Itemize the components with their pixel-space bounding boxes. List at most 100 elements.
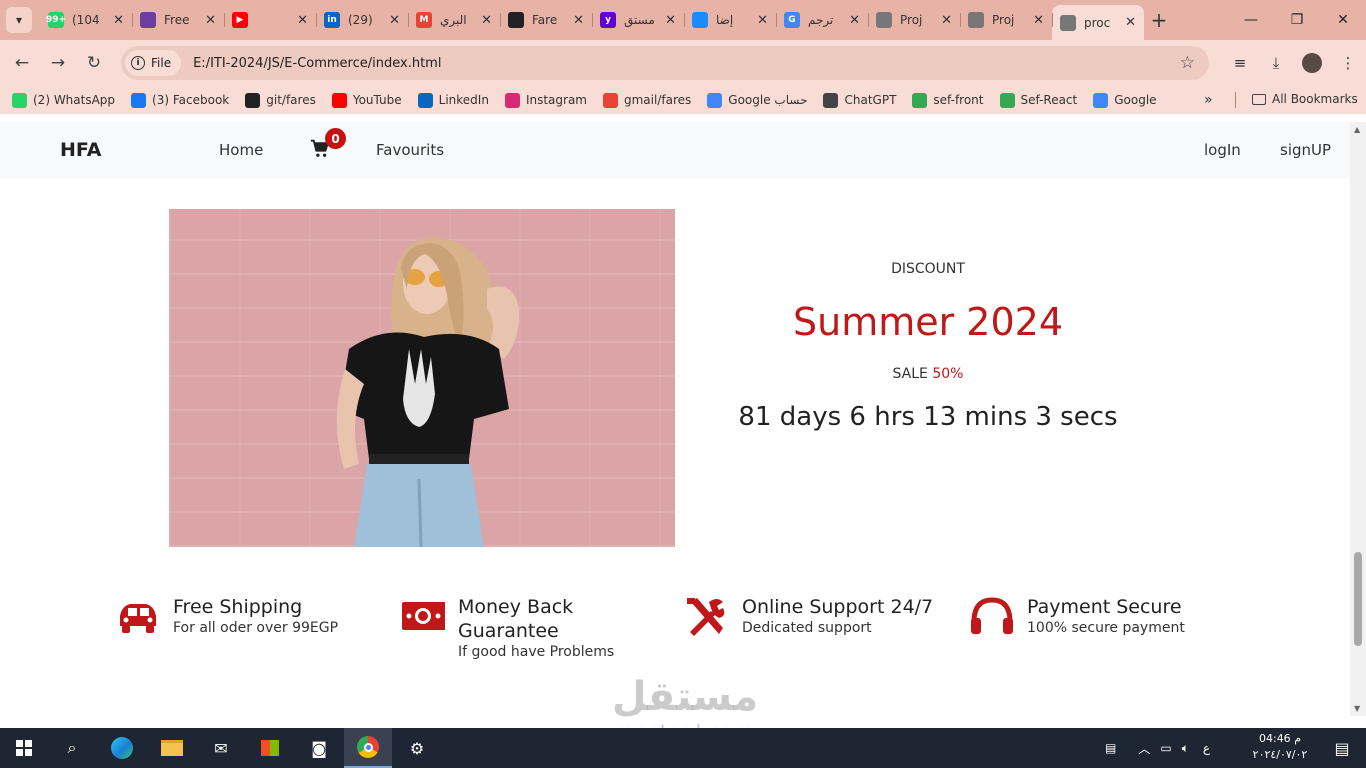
all-bookmarks-button[interactable]: All Bookmarks — [1252, 92, 1358, 106]
bookmark-item[interactable]: YouTube — [331, 92, 402, 108]
tab-close-icon[interactable]: ✕ — [205, 13, 216, 28]
url-text[interactable]: E:/ITI-2024/JS/E-Commerce/index.html — [193, 56, 441, 71]
settings-gear-icon[interactable]: ⚙ — [393, 728, 441, 768]
info-icon: i — [131, 56, 145, 70]
language-indicator[interactable]: ع — [1203, 741, 1210, 755]
windows-logo-icon — [16, 740, 32, 756]
tab-favicon-icon: y — [600, 12, 616, 28]
new-tab-button[interactable]: + — [1144, 5, 1174, 35]
scroll-up-icon[interactable]: ▲ — [1354, 125, 1360, 134]
bookmark-item[interactable]: Instagram — [504, 92, 587, 108]
input-indicator-icon[interactable]: ▤ — [1105, 741, 1116, 755]
close-window-button[interactable]: ✕ — [1320, 0, 1366, 40]
browser-tab-strip: ▾ 99+ (104 ✕ Free ✕ ▶ ✕ in (29) ✕ M البري ✕ Fare ✕ y مست… — [0, 0, 1366, 40]
bookmark-item[interactable]: ChatGPT — [823, 92, 896, 108]
page-scrollbar[interactable]: ▲ ▼ — [1350, 122, 1366, 716]
bookmark-item[interactable]: Google — [1093, 92, 1157, 108]
tab-favicon-icon: ▶ — [232, 12, 248, 28]
browser-tab[interactable]: ▶ ✕ — [224, 5, 316, 35]
address-bar[interactable]: i File E:/ITI-2024/JS/E-Commerce/index.h… — [121, 46, 1209, 80]
browser-tab[interactable]: M البري ✕ — [408, 5, 500, 35]
taskbar-clock[interactable]: 04:46 م ٢٠٢٤/٠٧/٠٢ — [1248, 731, 1312, 763]
browser-tab[interactable]: y مستق ✕ — [592, 5, 684, 35]
back-button[interactable]: ← — [10, 51, 34, 75]
volume-icon[interactable]: 🔈︎ — [1182, 741, 1189, 756]
start-button[interactable] — [0, 728, 48, 768]
scroll-down-icon[interactable]: ▼ — [1354, 704, 1360, 713]
reload-button[interactable]: ↻ — [82, 51, 106, 75]
bookmark-favicon-icon — [12, 92, 27, 108]
bookmark-item[interactable]: gmail/fares — [603, 92, 691, 108]
tab-title: ترجم — [808, 13, 834, 27]
download-icon[interactable]: ⤓ — [1258, 51, 1294, 75]
money-bill-icon — [402, 602, 445, 630]
browser-tab[interactable]: proc ✕ — [1052, 5, 1144, 40]
bookmark-item[interactable]: git/fares — [245, 92, 316, 108]
edge-icon[interactable] — [98, 728, 146, 768]
nav-login-link[interactable]: logIn — [1204, 141, 1241, 159]
bookmark-item[interactable]: Sef-React — [999, 92, 1077, 108]
browser-tab[interactable]: Free ✕ — [132, 5, 224, 35]
bookmark-label: (3) Facebook — [152, 93, 230, 107]
forward-button[interactable]: → — [46, 51, 70, 75]
nav-signup-link[interactable]: signUP — [1280, 141, 1331, 159]
browser-tab[interactable]: 99+ (104 ✕ — [40, 5, 132, 35]
browser-tab[interactable]: Proj ✕ — [960, 5, 1052, 35]
store-icon[interactable] — [246, 728, 294, 768]
bookmark-item[interactable]: Google حساب — [707, 92, 808, 108]
scrollbar-thumb[interactable] — [1354, 552, 1362, 646]
tab-close-icon[interactable]: ✕ — [113, 13, 124, 28]
tab-close-icon[interactable]: ✕ — [481, 13, 492, 28]
bookmark-item[interactable]: sef-front — [912, 92, 984, 108]
menu-kebab-icon[interactable]: ⋮ — [1330, 51, 1366, 75]
media-controls-icon[interactable]: ≡ — [1222, 51, 1258, 75]
notifications-icon[interactable]: ▤ — [1318, 728, 1366, 768]
profile-avatar[interactable] — [1302, 53, 1322, 73]
tab-close-icon[interactable]: ✕ — [665, 13, 676, 28]
bookmark-item[interactable]: LinkedIn — [417, 92, 489, 108]
clock-date: ٢٠٢٤/٠٧/٠٢ — [1252, 748, 1308, 761]
tab-favicon-icon: in — [324, 12, 340, 28]
browser-tab[interactable]: G ترجم ✕ — [776, 5, 868, 35]
search-icon[interactable]: ⌕ — [48, 728, 96, 768]
chrome-icon[interactable] — [344, 728, 392, 768]
feature-title: Money Back — [458, 596, 574, 618]
feature-title: Free Shipping — [173, 596, 303, 618]
feature-title-line2: Guarantee — [458, 620, 559, 642]
browser-tab[interactable]: Proj ✕ — [868, 5, 960, 35]
camera-icon[interactable]: ◙ — [295, 728, 343, 768]
countdown-timer: 81 days 6 hrs 13 mins 3 secs — [738, 402, 1118, 432]
browser-tab[interactable]: إضا ✕ — [684, 5, 776, 35]
browser-tab[interactable]: Fare ✕ — [500, 5, 592, 35]
file-explorer-icon[interactable] — [148, 728, 196, 768]
chevron-up-icon[interactable]: ︿ — [1138, 740, 1150, 757]
browser-toolbar: ← → ↻ i File E:/ITI-2024/JS/E-Commerce/i… — [0, 40, 1366, 86]
bookmark-label: Google حساب — [728, 93, 808, 107]
tab-close-icon[interactable]: ✕ — [757, 13, 768, 28]
bookmark-item[interactable]: (2) WhatsApp — [12, 92, 116, 108]
bookmark-favicon-icon — [131, 92, 147, 108]
bookmark-star-icon[interactable]: ☆ — [1180, 53, 1195, 73]
more-bookmarks-icon[interactable]: » — [1204, 92, 1213, 108]
tab-close-icon[interactable]: ✕ — [573, 13, 584, 28]
tab-title: Proj — [992, 13, 1015, 27]
tab-close-icon[interactable]: ✕ — [941, 13, 952, 28]
tab-search-button[interactable]: ▾ — [6, 7, 32, 33]
bookmark-item[interactable]: (3) Facebook — [131, 92, 230, 108]
tab-close-icon[interactable]: ✕ — [1033, 13, 1044, 28]
site-info-chip[interactable]: i File — [125, 50, 182, 76]
restore-button[interactable]: ❐ — [1274, 0, 1320, 40]
nav-favourites-link[interactable]: Favourits — [376, 141, 444, 159]
browser-tab[interactable]: in (29) ✕ — [316, 5, 408, 35]
bookmark-label: (2) WhatsApp — [33, 93, 116, 107]
nav-home-link[interactable]: Home — [219, 141, 263, 159]
battery-icon[interactable]: ▭ — [1160, 741, 1171, 755]
tab-close-icon[interactable]: ✕ — [297, 13, 308, 28]
promo-label: DISCOUNT — [891, 261, 965, 277]
tab-close-icon[interactable]: ✕ — [1125, 15, 1136, 30]
mail-icon[interactable]: ✉ — [197, 728, 245, 768]
minimize-button[interactable]: — — [1228, 0, 1274, 40]
site-brand[interactable]: HFA — [60, 139, 101, 161]
tab-close-icon[interactable]: ✕ — [389, 13, 400, 28]
tab-close-icon[interactable]: ✕ — [849, 13, 860, 28]
